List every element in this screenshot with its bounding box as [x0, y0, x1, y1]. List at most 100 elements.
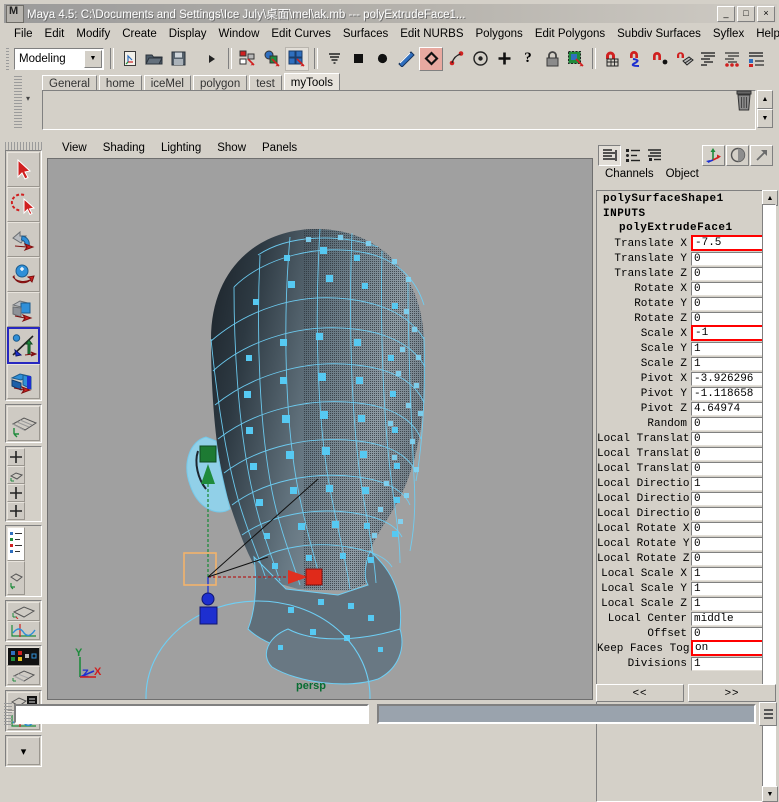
persp-graph-layout[interactable]	[7, 561, 25, 595]
select-by-object-type-icon[interactable]	[261, 48, 283, 70]
open-scene-icon[interactable]	[143, 48, 165, 70]
attribute-editor-icon-cb[interactable]	[726, 144, 749, 166]
channel-box-list-icon[interactable]	[622, 146, 643, 165]
channel-row[interactable]: Local Directio 0	[597, 491, 769, 506]
select-tool[interactable]	[7, 152, 40, 187]
perspective-viewport[interactable]: Y Z X persp	[47, 158, 593, 700]
channel-row[interactable]: Pivot Y -1.118658	[597, 386, 769, 401]
channel-label[interactable]: Rotate Y	[597, 298, 691, 310]
channel-row[interactable]: Scale Z1	[597, 356, 769, 371]
channel-value-field[interactable]: 1	[691, 656, 766, 671]
channel-row[interactable]: Offset 0	[597, 626, 769, 641]
channel-value-field[interactable]: 0	[691, 446, 766, 461]
shelf-tab-mytools[interactable]: myTools	[283, 73, 340, 91]
command-line-grip[interactable]	[4, 703, 12, 725]
shelf-tab-icemel[interactable]: iceMel	[143, 75, 191, 91]
magnet-view-icon[interactable]	[673, 48, 695, 70]
menu-item-edit-polygons[interactable]: Edit Polygons	[529, 27, 611, 41]
channel-value-field[interactable]: -7.5	[691, 235, 766, 251]
lock-icon[interactable]	[541, 48, 563, 70]
channel-label[interactable]: Local Center	[597, 613, 691, 625]
channel-label[interactable]: Pivot Y	[597, 388, 691, 400]
channel-label[interactable]: Rotate Z	[597, 313, 691, 325]
channel-value-field[interactable]: -1.118658	[691, 386, 766, 401]
channel-row[interactable]: Local Rotate Y0	[597, 536, 769, 551]
channel-value-field[interactable]: 1	[691, 581, 766, 596]
menu-item-file[interactable]: File	[8, 27, 39, 41]
channel-label[interactable]: Local Translat	[597, 463, 691, 475]
channel-label[interactable]: Scale Y	[597, 343, 691, 355]
soft-modification-tool[interactable]	[7, 364, 40, 399]
lasso-select-tool[interactable]	[7, 187, 40, 222]
channel-label[interactable]: Translate X	[597, 238, 691, 250]
menu-item-help[interactable]: Help	[750, 27, 779, 41]
minimize-button[interactable]: _	[717, 5, 735, 22]
channel-label[interactable]: Rotate X	[597, 283, 691, 295]
channel-row[interactable]: Local Directio 0	[597, 506, 769, 521]
menu-item-subdiv-surfaces[interactable]: Subdiv Surfaces	[611, 27, 707, 41]
channel-row[interactable]: Local Translat 0	[597, 431, 769, 446]
selection-mask-icon[interactable]	[565, 48, 587, 70]
channel-row[interactable]: Translate X -7.5	[597, 235, 769, 251]
channel-label[interactable]: Pivot X	[597, 373, 691, 385]
magnet-curve-icon[interactable]	[625, 48, 647, 70]
shelf-tab-home[interactable]: home	[98, 75, 142, 91]
channel-row[interactable]: Local Directio 1	[597, 476, 769, 491]
channel-value-field[interactable]: 0	[691, 296, 766, 311]
snap-to-points-icon[interactable]	[371, 48, 393, 70]
channel-value-field[interactable]: 0	[691, 266, 766, 281]
channel-row[interactable]: Local Translat 0	[597, 461, 769, 476]
viewport-menu-panels[interactable]: Panels	[254, 142, 305, 154]
maximize-button[interactable]: □	[737, 5, 755, 22]
menu-item-display[interactable]: Display	[163, 27, 213, 41]
more-layouts-dropdown[interactable]: ▾	[7, 737, 40, 765]
snap-to-curves-icon[interactable]	[347, 48, 369, 70]
menu-set-selector[interactable]: Modeling ▼	[14, 47, 104, 70]
shelf-scroll-down-icon[interactable]: ▼	[757, 109, 773, 128]
render-globals-icon[interactable]	[469, 48, 491, 70]
menu-item-polygons[interactable]: Polygons	[470, 27, 529, 41]
channel-value-field[interactable]: 4.64974	[691, 401, 766, 416]
channel-row[interactable]: Pivot Z 4.64974	[597, 401, 769, 416]
construction-history-icon[interactable]	[395, 48, 417, 70]
channel-value-field[interactable]: 0	[691, 281, 766, 296]
channel-row[interactable]: Local Translat 0	[597, 446, 769, 461]
single-perspective-layout[interactable]	[7, 406, 40, 441]
channel-row[interactable]: Local Scale Y1	[597, 581, 769, 596]
channel-value-field[interactable]: 0	[691, 431, 766, 446]
channel-row[interactable]: Scale Y1	[597, 341, 769, 356]
channel-row[interactable]: Divisions 1	[597, 656, 769, 671]
menu-item-edit-nurbs[interactable]: Edit NURBS	[394, 27, 469, 41]
viewport-menu-view[interactable]: View	[54, 142, 95, 154]
channel-value-field[interactable]: 0	[691, 626, 766, 641]
channel-label[interactable]: Divisions	[597, 658, 691, 670]
two-pane-stacked-layout[interactable]	[7, 484, 25, 502]
channel-row[interactable]: Scale X -1	[597, 325, 769, 341]
menu-item-create[interactable]: Create	[116, 27, 163, 41]
nav-next-button[interactable]: >>	[688, 684, 776, 702]
channel-label[interactable]: Local Directio	[597, 478, 691, 490]
channel-row[interactable]: Rotate Z0	[597, 311, 769, 326]
channel-box-menu-object[interactable]: Object	[660, 168, 705, 180]
new-scene-icon[interactable]	[119, 48, 141, 70]
channel-label[interactable]: Local Rotate Y	[597, 538, 691, 550]
move-tool[interactable]	[7, 222, 40, 257]
shelf-scroll-up-icon[interactable]: ▲	[757, 90, 773, 109]
channel-label[interactable]: Scale Z	[597, 358, 691, 370]
attribute-editor-icon[interactable]	[721, 48, 743, 70]
select-by-hierarchy-icon[interactable]	[237, 48, 259, 70]
channel-label[interactable]: Local Directio	[597, 508, 691, 520]
channel-row[interactable]: Rotate Y0	[597, 296, 769, 311]
channel-value-field[interactable]: -3.926296	[691, 371, 766, 386]
channel-value-field[interactable]: 1	[691, 356, 766, 371]
shelf-tab-general[interactable]: General	[42, 75, 97, 91]
channel-label[interactable]: Random	[597, 418, 691, 430]
channel-row[interactable]: Translate Y0	[597, 251, 769, 266]
channel-label[interactable]: Keep Faces Tog	[597, 643, 691, 655]
persp-graph-editor-layout[interactable]	[7, 621, 40, 640]
channel-box-layers-icon[interactable]	[598, 144, 621, 166]
menu-item-window[interactable]: Window	[212, 27, 265, 41]
channel-box-expand-icon[interactable]	[644, 146, 665, 165]
channel-row[interactable]: Keep Faces Tog on	[597, 640, 769, 656]
command-line-input[interactable]	[14, 704, 369, 724]
